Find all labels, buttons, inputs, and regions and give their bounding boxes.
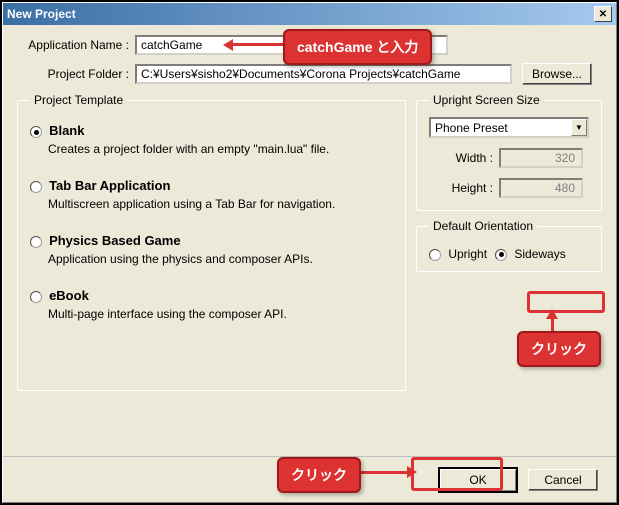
left-column: Project Template Blank Creates a project… [17,93,406,391]
browse-button[interactable]: Browse... [522,63,592,85]
radio-physics[interactable] [30,236,42,248]
highlight-sideways [527,291,605,313]
height-input[interactable]: 480 [499,178,583,198]
annotation-click-sideways: クリック [517,331,601,367]
orientation-upright[interactable]: Upright [429,247,487,261]
width-row: Width : 320 [429,148,589,168]
annotation-arrow-head [407,466,417,478]
orientation-options: Upright Sideways [429,247,589,261]
window-title: New Project [7,7,76,21]
sideways-label: Sideways [514,247,565,261]
new-project-window: New Project ✕ Application Name : catchGa… [2,2,617,503]
annotation-arrow [231,43,285,46]
highlight-ok [411,457,503,491]
radio-blank[interactable] [30,126,42,138]
template-title-ebook: eBook [49,288,89,303]
radio-tabbar[interactable] [30,181,42,193]
preset-value: Phone Preset [435,121,508,135]
annotation-arrow-head [223,39,233,51]
template-desc-blank: Creates a project folder with an empty "… [48,142,393,156]
annotation-arrow [353,471,409,474]
close-icon[interactable]: ✕ [594,6,612,22]
columns: Project Template Blank Creates a project… [17,93,602,391]
app-name-label: Application Name : [17,38,135,52]
project-folder-label: Project Folder : [17,67,135,81]
cancel-button[interactable]: Cancel [528,469,598,491]
radio-upright[interactable] [429,249,441,261]
template-desc-ebook: Multi-page interface using the composer … [48,307,393,321]
orientation-sideways[interactable]: Sideways [495,247,566,261]
template-title-tabbar: Tab Bar Application [49,178,170,193]
phone-preset-select[interactable]: Phone Preset ▼ [429,117,589,138]
template-desc-tabbar: Multiscreen application using a Tab Bar … [48,197,393,211]
project-folder-input[interactable]: C:¥Users¥sisho2¥Documents¥Corona Project… [135,64,512,84]
template-desc-physics: Application using the physics and compos… [48,252,393,266]
screen-size-legend: Upright Screen Size [429,93,544,107]
chevron-down-icon[interactable]: ▼ [571,119,587,136]
template-title-blank: Blank [49,123,84,138]
template-option-tabbar[interactable]: Tab Bar Application [30,178,393,193]
template-title-physics: Physics Based Game [49,233,181,248]
titlebar: New Project ✕ [3,3,616,25]
radio-ebook[interactable] [30,291,42,303]
titlebar-buttons: ✕ [594,6,612,22]
project-template-fieldset: Project Template Blank Creates a project… [17,93,406,391]
annotation-input-text: catchGame と入力 [283,29,432,65]
screen-size-fieldset: Upright Screen Size Phone Preset ▼ Width… [416,93,602,211]
template-option-ebook[interactable]: eBook [30,288,393,303]
template-legend: Project Template [30,93,127,107]
template-option-blank[interactable]: Blank [30,123,393,138]
project-folder-row: Project Folder : C:¥Users¥sisho2¥Documen… [17,63,602,85]
height-row: Height : 480 [429,178,589,198]
width-label: Width : [429,151,499,165]
orientation-fieldset: Default Orientation Upright Sideways [416,219,602,272]
annotation-arrow-head [546,309,558,319]
upright-label: Upright [448,247,487,261]
radio-sideways[interactable] [495,249,507,261]
template-option-physics[interactable]: Physics Based Game [30,233,393,248]
annotation-click-ok: クリック [277,457,361,493]
orientation-legend: Default Orientation [429,219,537,233]
width-input[interactable]: 320 [499,148,583,168]
height-label: Height : [429,181,499,195]
